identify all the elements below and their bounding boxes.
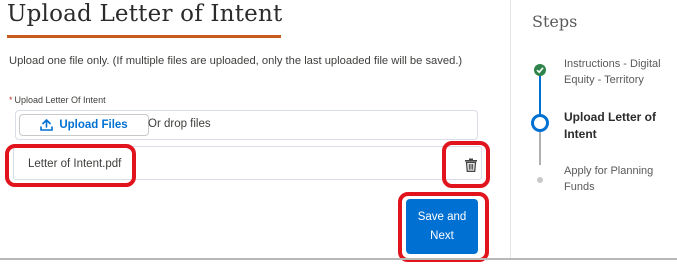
bottom-border [0,258,677,260]
title-underline [7,35,281,38]
step-upload-letter[interactable]: Upload Letter of Intent [564,109,656,143]
step-label-line: Equity - Territory [564,74,644,86]
panel-divider [510,0,511,258]
required-marker: * [9,95,13,105]
upload-instructions: Upload one file only. (If multiple files… [9,55,463,67]
page-title: Upload Letter of Intent [7,1,283,27]
upload-files-button[interactable]: Upload Files [19,114,149,136]
step-apply-funds[interactable]: Apply for Planning Funds [564,163,653,195]
file-dropzone[interactable]: Upload Files Or drop files [15,110,478,140]
step-label-line: Funds [564,181,595,193]
steps-title: Steps [532,12,578,31]
step-track-complete [539,74,541,115]
highlight-save-button [398,192,489,262]
step-instructions[interactable]: Instructions - Digital Equity - Territor… [564,56,661,88]
upload-files-label: Upload Files [59,119,128,131]
step-current-icon [531,114,549,132]
check-icon [536,67,544,74]
main-panel: Upload Letter of Intent Upload one file … [0,0,503,262]
step-label-line: Apply for Planning [564,165,654,177]
step-label-line: Upload Letter of [564,110,656,124]
step-complete-icon [534,64,546,76]
drop-files-text: Or drop files [148,118,211,130]
step-label-line: Instructions - Digital [564,58,661,70]
upload-icon [40,119,54,131]
step-label-line: Intent [564,127,597,141]
upload-field-label-text: Upload Letter Of Intent [14,95,106,105]
highlight-delete-icon [442,141,490,188]
step-track-pending [539,127,541,165]
highlight-file-name [5,144,136,187]
step-pending-icon [537,177,543,183]
upload-field-label: * Upload Letter Of Intent [9,95,106,105]
